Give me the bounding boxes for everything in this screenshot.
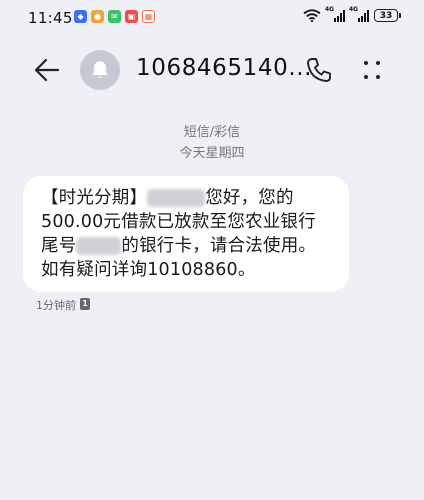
- avatar[interactable]: [80, 50, 120, 90]
- app-icon-calendar: ▦: [142, 10, 155, 23]
- date-label: 今天星期四: [179, 146, 245, 161]
- signal-label-sim1: 4G: [325, 6, 335, 13]
- more-vertical-icon[interactable]: [362, 58, 382, 82]
- redacted-card-number: [76, 237, 122, 255]
- signal-icon-sim2: 4G: [349, 6, 369, 22]
- redacted-name: [147, 189, 206, 207]
- message-greeting: 您好，您的: [205, 188, 294, 208]
- message-line-2: 500.00元借款已放款至您农业银行: [41, 212, 316, 232]
- bell-icon: [92, 61, 108, 78]
- signal-label-sim2: 4G: [349, 6, 359, 13]
- app-icon-green: ✉: [108, 10, 121, 23]
- battery-level: 33: [379, 10, 393, 21]
- message-bubble[interactable]: 【时光分期】 您好，您的 500.00元借款已放款至您农业银行 尾号 的银行卡，请合…: [23, 176, 349, 292]
- message-tail-number-label: 尾号: [41, 236, 77, 256]
- message-line-3: 尾号 的银行卡，请合法使用。: [41, 234, 335, 258]
- signal-icon-sim1: 4G: [325, 6, 345, 22]
- message-line-4: 如有疑问详询10108860。: [41, 260, 256, 280]
- phone-icon[interactable]: [306, 57, 332, 83]
- app-icon-red: ▣: [125, 10, 138, 23]
- battery-icon: 33: [374, 9, 401, 22]
- message-card-text: 的银行卡，请合法使用。: [121, 236, 317, 256]
- status-indicators: 4G 4G 33: [303, 6, 401, 22]
- status-time: 11:45: [28, 9, 73, 27]
- wifi-icon: [303, 9, 321, 22]
- conversation-header: 1068465140...: [0, 36, 424, 104]
- app-icon-blue: ◆: [74, 10, 87, 23]
- message-line-1: 【时光分期】 您好，您的: [41, 186, 335, 210]
- notification-icons: ◆ ● ✉ ▣ ▦: [74, 10, 155, 23]
- app-icon-orange: ●: [91, 10, 104, 23]
- contact-name[interactable]: 1068465140...: [136, 55, 312, 81]
- message-time: 1分钟前: [36, 299, 76, 312]
- arrow-left-icon[interactable]: [34, 58, 60, 82]
- channel-label: 短信/彩信: [183, 125, 241, 140]
- message-sender: 【时光分期】: [41, 188, 148, 208]
- sim-card-icon: 1: [80, 298, 90, 310]
- status-bar: 11:45 ◆ ● ✉ ▣ ▦ 4G 4G 33: [0, 0, 424, 34]
